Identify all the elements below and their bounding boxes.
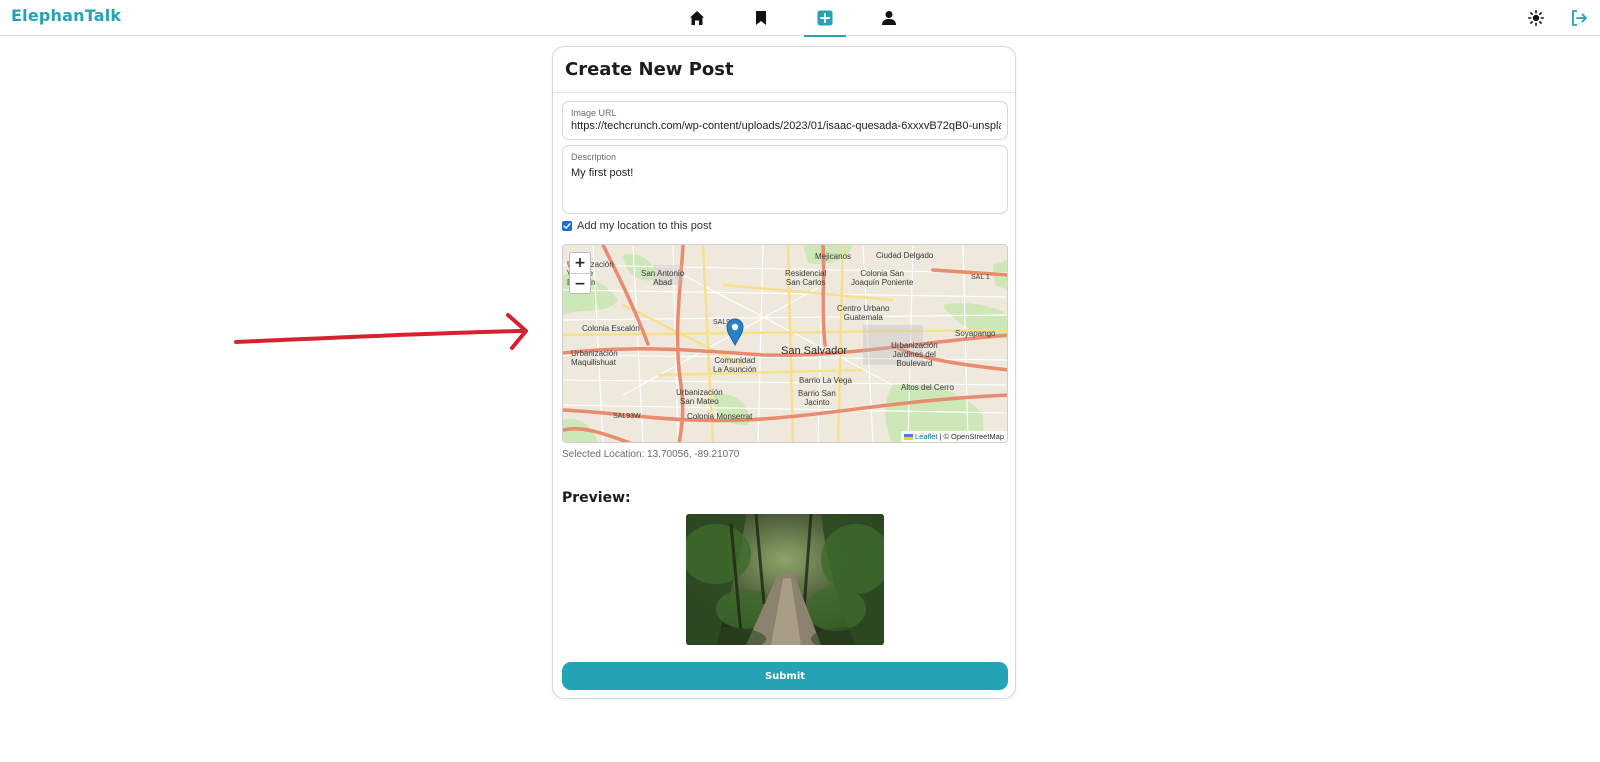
map-label: Urbanización San Mateo bbox=[676, 388, 723, 406]
map-label: Colonia Monserrat bbox=[687, 412, 753, 421]
location-map[interactable]: Mejicanos Ciudad Delgado Urbanización Vi… bbox=[562, 244, 1008, 443]
map-label: Centro Urbano Guatemala bbox=[837, 304, 890, 322]
map-label: Barrio San Jacinto bbox=[798, 389, 836, 407]
nav-profile[interactable] bbox=[857, 0, 921, 36]
map-label: Colonia San Joaquín Poniente bbox=[851, 269, 914, 287]
map-label: SAL 1 bbox=[971, 274, 990, 281]
image-url-label: Image URL bbox=[571, 108, 617, 118]
map-label: SAL93W bbox=[613, 413, 641, 420]
zoom-in-button[interactable]: + bbox=[570, 253, 590, 273]
map-label: Urbanización Maquilishuat bbox=[571, 349, 618, 367]
attribution-separator: | bbox=[939, 432, 942, 441]
openstreetmap-link[interactable]: © OpenStreetMap bbox=[943, 432, 1004, 441]
location-option: Add my location to this post bbox=[562, 220, 712, 232]
sun-icon bbox=[1527, 10, 1544, 26]
map-label: Soyapango bbox=[955, 329, 996, 338]
description-input[interactable]: My first post! bbox=[571, 167, 633, 179]
location-pin-icon[interactable] bbox=[726, 318, 744, 346]
card-header: Create New Post bbox=[553, 47, 1015, 93]
nav-home[interactable] bbox=[665, 0, 729, 36]
location-checkbox-label[interactable]: Add my location to this post bbox=[577, 220, 712, 232]
map-label: Colonia Escalón bbox=[582, 324, 640, 333]
add-post-icon bbox=[817, 10, 833, 26]
nav-utilities bbox=[1514, 0, 1600, 36]
leaflet-link[interactable]: Leaflet bbox=[915, 432, 938, 441]
logout-button[interactable] bbox=[1557, 0, 1600, 36]
description-field[interactable]: Description My first post! bbox=[562, 145, 1008, 214]
checkmark-icon bbox=[563, 223, 571, 229]
map-label: Ciudad Delgado bbox=[876, 251, 934, 260]
map-label: Mejicanos bbox=[815, 252, 852, 261]
map-label: San Salvador bbox=[781, 345, 848, 357]
logout-icon bbox=[1571, 10, 1587, 26]
map-attribution: Leaflet | © OpenStreetMap bbox=[900, 431, 1007, 442]
theme-toggle-button[interactable] bbox=[1514, 0, 1557, 36]
selected-location-text: Selected Location: 13.70056, -89.21070 bbox=[562, 449, 740, 460]
zoom-out-button[interactable]: − bbox=[570, 273, 590, 293]
map-label: Urbanización Jardines del Boulevard bbox=[891, 341, 938, 368]
ukraine-flag-icon bbox=[903, 433, 913, 440]
profile-icon bbox=[882, 11, 896, 25]
location-checkbox[interactable] bbox=[562, 221, 572, 231]
description-label: Description bbox=[571, 152, 617, 162]
preview-image bbox=[686, 514, 884, 645]
app-logo[interactable]: ElephanTalk bbox=[11, 6, 121, 25]
map-label: San Antonio Abad bbox=[641, 269, 685, 287]
submit-button[interactable]: Submit bbox=[562, 662, 1008, 690]
top-navbar: ElephanTalk bbox=[0, 0, 1600, 37]
main-nav bbox=[665, 0, 921, 37]
map-label: Barrio La Vega bbox=[799, 376, 852, 385]
map-label: Altos del Cerro bbox=[901, 383, 954, 392]
annotation-arrow bbox=[234, 313, 528, 350]
map-label: Comunidad La Asunción bbox=[713, 356, 757, 374]
create-post-card: Create New Post Image URL https://techcr… bbox=[552, 46, 1016, 699]
map-label: Residencial San Carlos bbox=[785, 269, 827, 287]
map-zoom-control: + − bbox=[569, 252, 591, 294]
nav-create-post[interactable] bbox=[793, 0, 857, 37]
home-icon bbox=[690, 11, 704, 25]
image-url-field[interactable]: Image URL https://techcrunch.com/wp-cont… bbox=[562, 101, 1008, 140]
bookmark-icon bbox=[756, 11, 766, 25]
preview-heading: Preview: bbox=[562, 490, 631, 506]
image-url-input[interactable]: https://techcrunch.com/wp-content/upload… bbox=[571, 120, 1001, 132]
nav-bookmarks[interactable] bbox=[729, 0, 793, 36]
page-title: Create New Post bbox=[565, 59, 734, 80]
